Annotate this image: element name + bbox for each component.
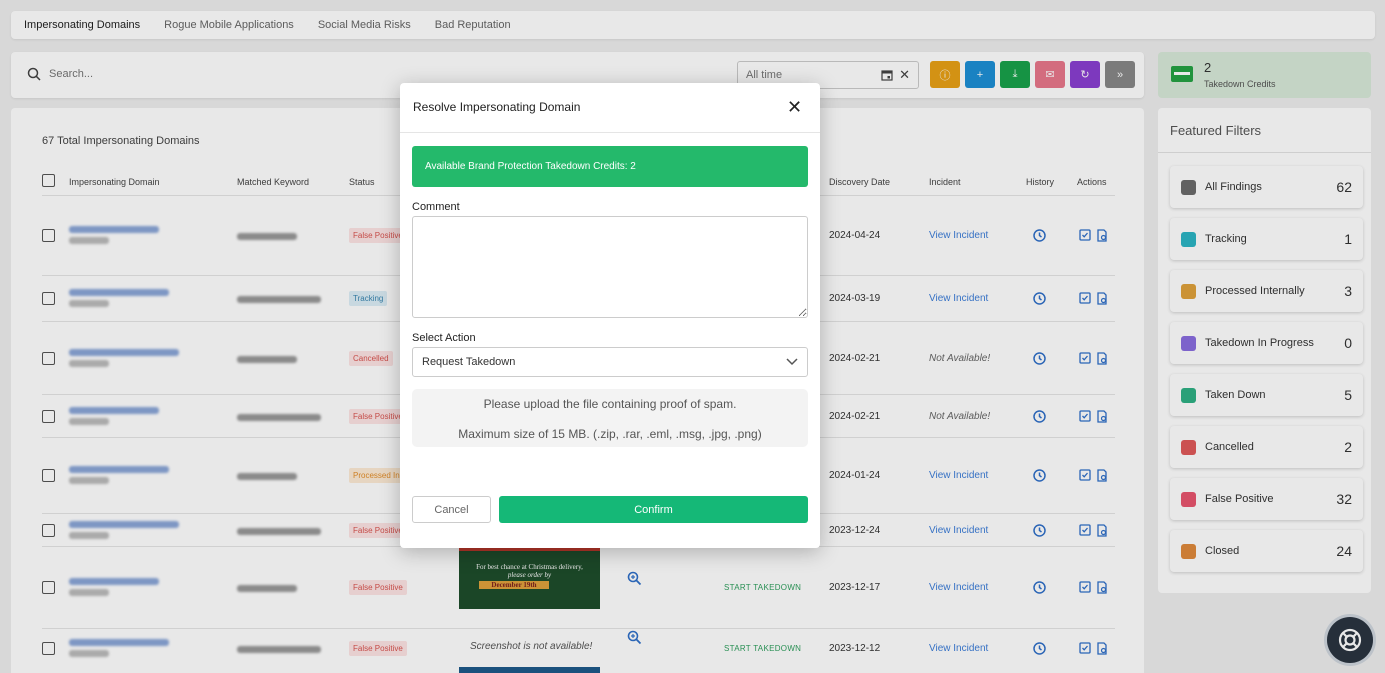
upload-instructions: Please upload the file containing proof … — [483, 397, 737, 411]
cancel-button[interactable]: Cancel — [412, 496, 491, 523]
chevron-down-icon — [786, 358, 798, 366]
close-icon[interactable]: ✕ — [787, 98, 802, 116]
file-upload-zone[interactable]: Please upload the file containing proof … — [412, 389, 808, 447]
modal-title: Resolve Impersonating Domain — [413, 100, 581, 114]
credits-banner: Available Brand Protection Takedown Cred… — [412, 146, 808, 187]
comment-label: Comment — [412, 201, 460, 213]
comment-field[interactable] — [412, 216, 808, 318]
upload-size-limit: Maximum size of 15 MB. (.zip, .rar, .eml… — [458, 427, 762, 441]
action-select-value: Request Takedown — [422, 356, 516, 368]
select-action-label: Select Action — [412, 332, 476, 344]
action-select[interactable]: Request Takedown — [412, 347, 808, 377]
resolve-domain-modal: Resolve Impersonating Domain ✕ Available… — [400, 83, 820, 548]
confirm-button[interactable]: Confirm — [499, 496, 808, 523]
